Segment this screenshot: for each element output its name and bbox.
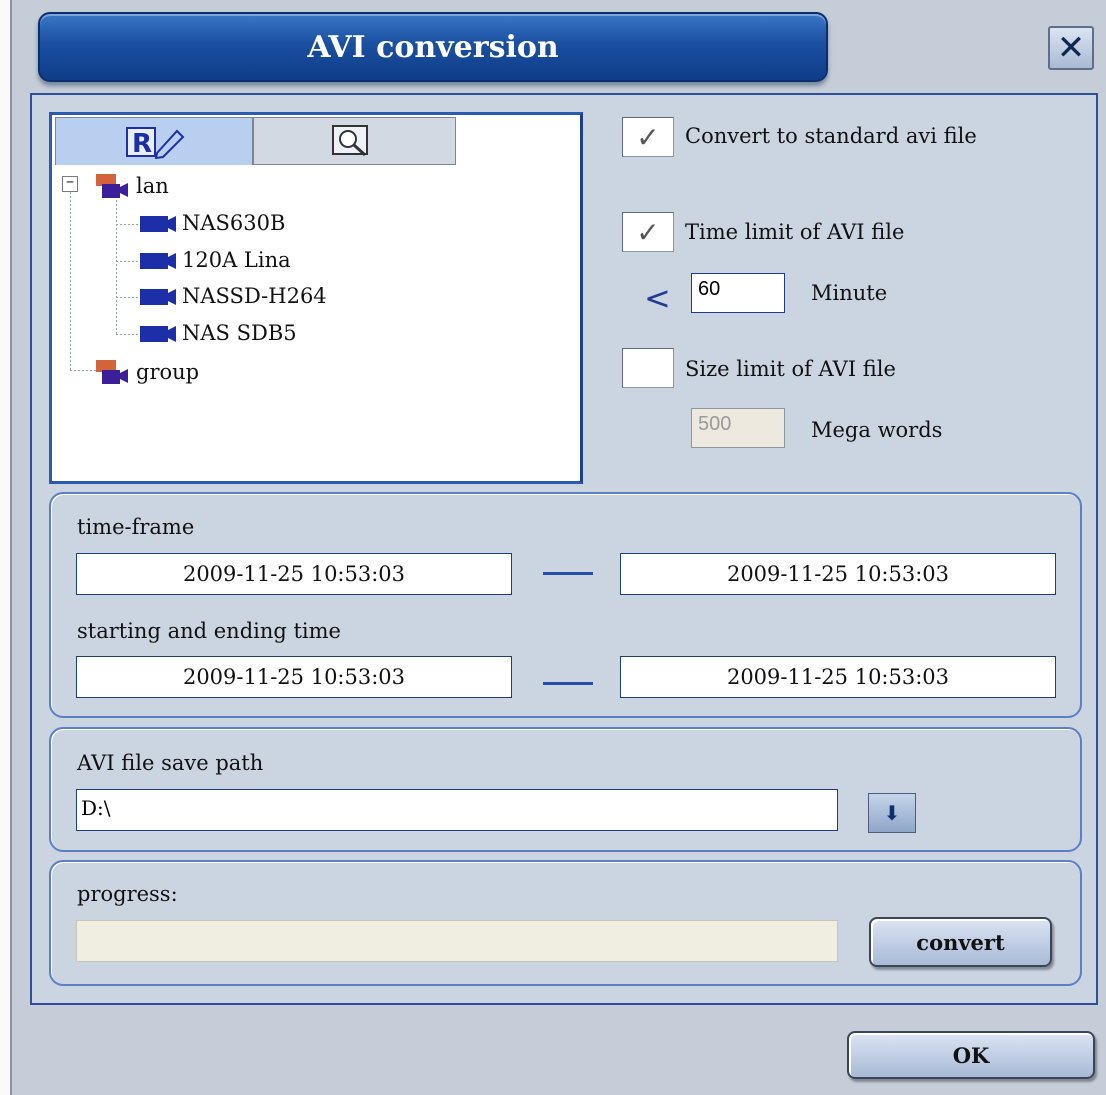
tree-node-label: NAS630B [182, 211, 286, 235]
range-separator [543, 572, 593, 575]
tree-node-device[interactable]: NAS SDB5 [138, 321, 297, 345]
collapse-toggle[interactable]: − [62, 176, 78, 192]
svg-text:R: R [132, 129, 152, 159]
time-limit-unit: Minute [811, 281, 888, 305]
tab-search[interactable] [253, 117, 456, 165]
tree-connector [116, 297, 138, 298]
convert-button-label: convert [916, 929, 1005, 955]
size-limit-checkbox[interactable] [622, 348, 674, 388]
tree-connector [116, 261, 138, 262]
size-limit-input[interactable]: 500 [691, 408, 785, 448]
close-icon: ✕ [1056, 28, 1086, 68]
checkmark-icon: ✓ [636, 120, 660, 154]
tree-node-label: group [136, 360, 200, 384]
checkmark-icon: ✓ [636, 215, 660, 249]
start-end-label: starting and ending time [77, 619, 341, 643]
range-separator [543, 682, 593, 685]
desktop-edge [0, 0, 10, 1095]
tree-connector [116, 334, 138, 335]
end-time-field[interactable]: 2009-11-25 10:53:03 [620, 656, 1056, 698]
record-edit-icon: R [126, 126, 185, 159]
tab-record[interactable]: R [55, 117, 253, 165]
size-limit-label: Size limit of AVI file [685, 357, 896, 381]
browse-button[interactable]: ⬇ [868, 793, 916, 833]
camera-icon [140, 326, 176, 342]
folder-camera-icon [96, 360, 128, 384]
dialog-title-bar: AVI conversion [38, 12, 828, 82]
time-limit-checkbox[interactable]: ✓ [622, 212, 674, 252]
time-frame-label: time-frame [77, 515, 195, 539]
time-limit-label: Time limit of AVI file [685, 220, 905, 244]
tree-connector [70, 192, 71, 370]
time-frame-start-field[interactable]: 2009-11-25 10:53:03 [76, 553, 512, 595]
save-path-label: AVI file save path [77, 751, 264, 775]
close-button[interactable]: ✕ [1048, 26, 1094, 70]
download-arrow-icon: ⬇ [883, 801, 901, 825]
time-frame-end-field[interactable]: 2009-11-25 10:53:03 [620, 553, 1056, 595]
less-than-symbol: < [644, 279, 671, 317]
tree-connector [116, 196, 117, 334]
convert-standard-label: Convert to standard avi file [685, 124, 977, 148]
tree-node-label: lan [136, 174, 169, 198]
tree-node-device[interactable]: NASSD-H264 [138, 284, 327, 308]
size-limit-unit: Mega words [811, 418, 943, 442]
tree-node-group[interactable]: group [94, 358, 199, 386]
tree-node-label: NAS SDB5 [182, 321, 297, 345]
progress-bar [76, 920, 838, 962]
camera-icon [140, 253, 176, 269]
tree-node-device[interactable]: NAS630B [138, 211, 285, 235]
ok-button-label: OK [952, 1042, 990, 1068]
tree-node-label: NASSD-H264 [182, 284, 327, 308]
folder-camera-icon [96, 174, 128, 198]
convert-button[interactable]: convert [869, 917, 1052, 967]
dialog-title: AVI conversion [307, 29, 559, 65]
time-limit-input[interactable]: 60 [691, 273, 785, 313]
camera-icon [140, 216, 176, 232]
tree-node-label: 120A Lina [182, 248, 291, 272]
camera-icon [140, 289, 176, 305]
convert-standard-checkbox[interactable]: ✓ [622, 117, 674, 157]
start-time-field[interactable]: 2009-11-25 10:53:03 [76, 656, 512, 698]
tree-node-lan[interactable]: lan [94, 172, 169, 200]
tree-connector [116, 224, 138, 225]
tree-connector [70, 370, 96, 371]
ok-button[interactable]: OK [847, 1031, 1095, 1079]
save-path-input[interactable]: D:\ [76, 789, 838, 831]
progress-label: progress: [77, 882, 178, 906]
tree-node-device[interactable]: 120A Lina [138, 248, 291, 272]
search-icon [331, 125, 368, 157]
